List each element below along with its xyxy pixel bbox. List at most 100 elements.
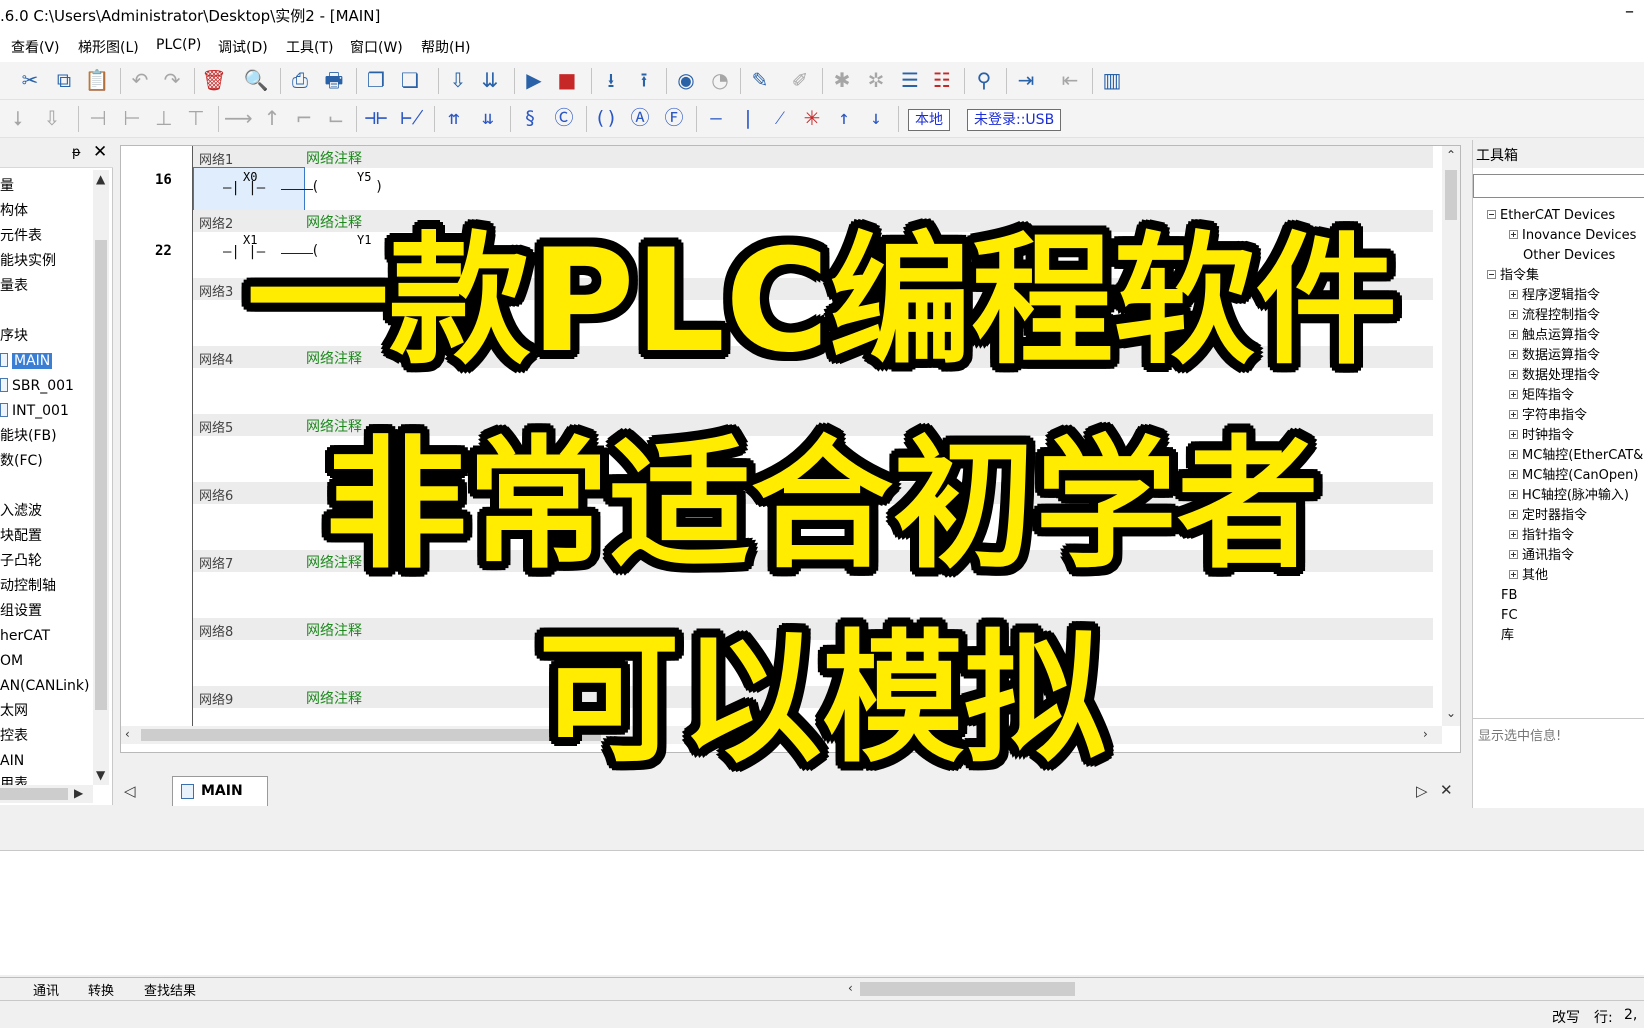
toolbox-node[interactable]: Other Devices xyxy=(1523,246,1615,266)
apply-instruction-icon[interactable]: Ⓐ xyxy=(626,104,654,132)
tab-close-icon[interactable]: ✕ xyxy=(1440,781,1453,799)
menu-debug[interactable]: 调试(D) xyxy=(218,37,268,57)
tree-item[interactable]: 块配置 xyxy=(0,525,42,547)
toolbox-node[interactable]: 通讯指令 xyxy=(1509,546,1574,566)
network-header[interactable]: 网络4 网络注释 xyxy=(193,346,1433,368)
toolbox-node[interactable]: FC xyxy=(1501,606,1518,626)
upload-icon[interactable]: ⭱ xyxy=(630,66,658,94)
tab-prev-icon[interactable]: ◁ xyxy=(124,782,136,800)
scroll-up-arrow-icon[interactable]: ▲ xyxy=(96,172,105,186)
set-coil-icon[interactable]: § xyxy=(516,104,544,132)
window-cascade-icon[interactable]: ❐ xyxy=(362,66,390,94)
copy-icon[interactable]: ⧉ xyxy=(50,66,78,94)
logout-icon[interactable]: ⇤ xyxy=(1056,66,1084,94)
expand-icon[interactable] xyxy=(1509,410,1518,419)
tree-item[interactable]: 数(FC) xyxy=(0,450,43,472)
toolbox-node[interactable]: EtherCAT Devices xyxy=(1487,206,1615,226)
no-contact[interactable]: —| |— xyxy=(223,244,265,260)
collapse-icon[interactable] xyxy=(1487,210,1496,219)
menu-ladder[interactable]: 梯形图(L) xyxy=(78,37,139,57)
tree-horizontal-scrollbar[interactable]: ▶ xyxy=(0,785,93,803)
local-connection-button[interactable]: 本地 xyxy=(908,109,950,131)
function-block-icon[interactable]: Ⓕ xyxy=(660,104,688,132)
tree-vertical-scrollbar[interactable]: ▲ ▼ xyxy=(93,170,109,785)
toolbox-node[interactable]: FB xyxy=(1501,586,1517,606)
expand-icon[interactable] xyxy=(1509,290,1518,299)
tree-item[interactable]: herCAT xyxy=(0,625,50,647)
editor-vertical-scrollbar[interactable]: ⌃ ⌄ xyxy=(1442,146,1460,726)
falling-edge-icon[interactable]: ⇊ xyxy=(474,104,502,132)
toolbox-node[interactable]: Inovance Devices xyxy=(1509,226,1636,246)
usb-login-button[interactable]: 未登录::USB xyxy=(967,109,1062,131)
invert-icon[interactable]: ⁄ xyxy=(766,104,794,132)
tree-item[interactable]: 太网 xyxy=(0,700,28,722)
toolbox-node[interactable]: MC轴控(CanOpen) xyxy=(1509,466,1638,486)
pin-icon[interactable]: ᵽ xyxy=(72,145,81,160)
toolbox-node[interactable]: 定时器指令 xyxy=(1509,506,1587,526)
toolbox-node[interactable]: 字符串指令 xyxy=(1509,406,1587,426)
network-header[interactable]: 网络3 网络注释 xyxy=(193,278,1433,300)
network-header[interactable]: 网络6 xyxy=(193,482,1433,504)
expand-icon[interactable] xyxy=(1509,330,1518,339)
expand-icon[interactable] xyxy=(1509,490,1518,499)
tree-item[interactable]: 能块实例 xyxy=(0,250,56,272)
minimize-button[interactable]: – xyxy=(1625,1,1634,22)
output-scroll-thumb[interactable] xyxy=(860,982,1075,996)
expand-icon[interactable] xyxy=(1509,370,1518,379)
arrow-down-outline-icon[interactable]: ⇩ xyxy=(38,104,66,132)
tree-item-main[interactable]: MAIN xyxy=(0,350,53,372)
delete-row-icon[interactable]: ☷ xyxy=(928,66,956,94)
scroll-thumb[interactable] xyxy=(141,729,601,741)
tree-item[interactable]: 能块(FB) xyxy=(0,425,57,447)
network-header[interactable]: 网络5 网络注释 xyxy=(193,414,1433,436)
toolbox-node[interactable]: 矩阵指令 xyxy=(1509,386,1574,406)
tree-item[interactable]: 动控制轴 xyxy=(0,575,56,597)
branch-close-icon[interactable]: ⊢ xyxy=(118,104,146,132)
print-icon[interactable]: 🖶 xyxy=(320,66,348,94)
expand-icon[interactable] xyxy=(1509,430,1518,439)
expand-icon[interactable] xyxy=(1509,390,1518,399)
expand-icon[interactable] xyxy=(1509,530,1518,539)
vertical-line-icon[interactable]: ↑ xyxy=(258,104,286,132)
coil-open[interactable]: ( xyxy=(311,243,319,259)
window-tile-icon[interactable]: ❏ xyxy=(396,66,424,94)
network-header[interactable]: 网络1 网络注释 xyxy=(193,146,1433,168)
branch-open-icon[interactable]: ⊣ xyxy=(84,104,112,132)
expand-icon[interactable] xyxy=(1509,310,1518,319)
run-icon[interactable]: ▶ xyxy=(520,66,548,94)
toolbox-node[interactable]: 其他 xyxy=(1509,566,1548,586)
scroll-up-arrow-icon[interactable]: ⌃ xyxy=(1446,148,1456,162)
toolbox-node[interactable]: 流程控制指令 xyxy=(1509,306,1600,326)
tree-item-sbr[interactable]: SBR_001 xyxy=(0,375,74,397)
menu-view[interactable]: 查看(V) xyxy=(11,37,60,57)
panel-icon[interactable]: ▥ xyxy=(1098,66,1126,94)
delete-network-icon[interactable]: ✲ xyxy=(862,66,890,94)
network-header[interactable]: 网络7 网络注释 xyxy=(193,550,1433,572)
scroll-down-arrow-icon[interactable]: ▼ xyxy=(96,768,105,782)
corner-line-icon[interactable]: ⌐ xyxy=(290,104,318,132)
branch-up-icon[interactable]: ⊤ xyxy=(182,104,210,132)
compile-all-icon[interactable]: ⇊ xyxy=(476,66,504,94)
expand-icon[interactable] xyxy=(1509,550,1518,559)
output-pane[interactable] xyxy=(0,850,1644,975)
network-header[interactable]: 网络9 网络注释 xyxy=(193,686,1433,708)
login-icon[interactable]: ⇥ xyxy=(1012,66,1040,94)
redo-icon[interactable]: ↷ xyxy=(158,66,186,94)
tree-item[interactable]: 量表 xyxy=(0,275,28,297)
tab-next-icon[interactable]: ▷ xyxy=(1416,782,1428,800)
menu-help[interactable]: 帮助(H) xyxy=(421,37,470,57)
cut-icon[interactable]: ✂ xyxy=(16,66,44,94)
print-preview-icon[interactable]: ⎙ xyxy=(286,66,314,94)
collapse-icon[interactable] xyxy=(1487,270,1496,279)
scroll-thumb[interactable] xyxy=(95,240,107,710)
tab-convert[interactable]: 转换 xyxy=(88,980,114,999)
download-icon[interactable]: ⭳ xyxy=(597,66,625,94)
hline-icon[interactable]: — xyxy=(702,104,730,132)
editor-horizontal-scrollbar[interactable]: ‹ › xyxy=(121,726,1442,744)
network-header[interactable]: 网络8 网络注释 xyxy=(193,618,1433,640)
tree-item[interactable]: 入滤波 xyxy=(0,500,42,522)
scroll-thumb[interactable] xyxy=(0,788,68,800)
tab-find-results[interactable]: 查找结果 xyxy=(144,980,196,999)
delete-line-icon[interactable]: ✳ xyxy=(798,104,826,132)
menu-tools[interactable]: 工具(T) xyxy=(286,37,333,57)
